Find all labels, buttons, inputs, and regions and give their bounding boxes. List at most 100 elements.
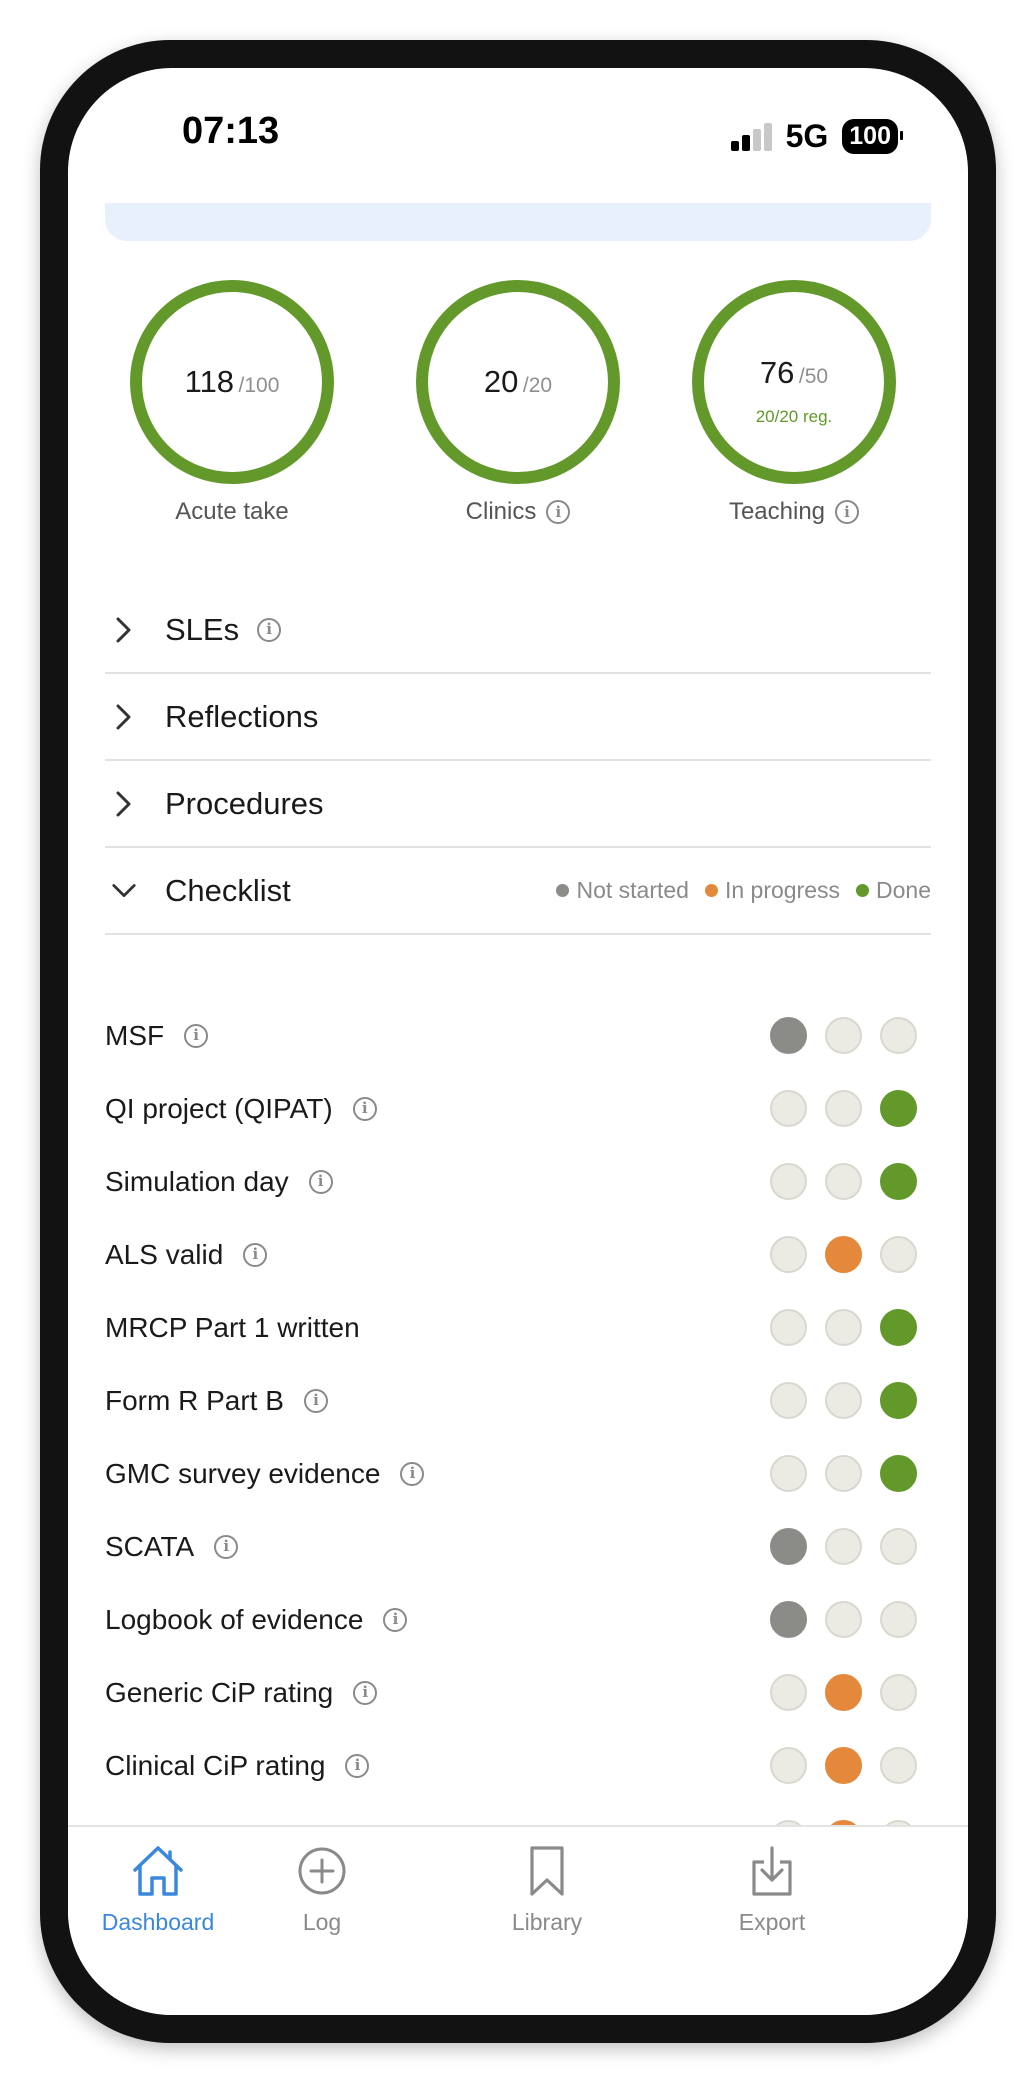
info-icon[interactable]: i: [214, 1534, 239, 1559]
status-dot-done[interactable]: [880, 1309, 917, 1346]
legend-in-progress: In progress: [704, 877, 840, 904]
status-dot-done[interactable]: [880, 1163, 917, 1200]
section-checklist[interactable]: Checklist Not started In progress Done: [105, 848, 931, 935]
progress-ring: 20 /20: [416, 280, 620, 484]
plus-circle-icon: [232, 1843, 412, 1899]
info-icon[interactable]: i: [303, 1388, 328, 1413]
info-icon[interactable]: i: [383, 1607, 408, 1632]
info-icon[interactable]: i: [353, 1680, 378, 1705]
status-dot-not-started[interactable]: [770, 1163, 807, 1200]
status-dot-done[interactable]: [880, 1382, 917, 1419]
info-icon[interactable]: i: [352, 1096, 377, 1121]
checklist-label: Simulation day: [105, 1165, 289, 1197]
chevron-right-icon: [111, 704, 137, 730]
status-dot-not-started[interactable]: [770, 1309, 807, 1346]
chevron-right-icon: [111, 791, 137, 817]
status-dot-not-started[interactable]: [770, 1382, 807, 1419]
status-dot-in-progress[interactable]: [825, 1528, 862, 1565]
status-dot-not-started[interactable]: [770, 1090, 807, 1127]
status-selector: [770, 1528, 917, 1565]
ring-clinics[interactable]: 20 /20 Clinics i: [416, 280, 620, 526]
status-dot-in-progress[interactable]: [825, 1236, 862, 1273]
status-dot-done[interactable]: [880, 1090, 917, 1127]
info-icon[interactable]: i: [400, 1461, 425, 1486]
checklist-row[interactable]: Generic CiP rating i: [105, 1656, 931, 1729]
checklist-row[interactable]: GMC survey evidence i: [105, 1437, 931, 1510]
tab-log[interactable]: Log: [232, 1843, 412, 1936]
status-dot-done[interactable]: [880, 1747, 917, 1784]
ring-max: /100: [238, 374, 280, 397]
ring-label: Clinics: [465, 498, 537, 525]
ring-max: /20: [522, 374, 553, 397]
status-dot-done[interactable]: [880, 1601, 917, 1638]
ring-value: 76: [759, 355, 795, 390]
checklist-row[interactable]: SCATA i: [105, 1510, 931, 1583]
info-icon[interactable]: i: [308, 1169, 333, 1194]
status-dot-done[interactable]: [880, 1236, 917, 1273]
status-dot-done[interactable]: [880, 1017, 917, 1054]
status-selector: [770, 1309, 917, 1346]
ring-label: Teaching: [728, 498, 826, 525]
status-dot-done[interactable]: [880, 1674, 917, 1711]
section-procedures[interactable]: Procedures: [105, 761, 931, 848]
status-dot-not-started[interactable]: [770, 1455, 807, 1492]
checklist-row[interactable]: MRCP Part 1 written: [105, 1291, 931, 1364]
signal-icon: [730, 122, 772, 151]
info-icon[interactable]: i: [243, 1242, 268, 1267]
status-dot-not-started[interactable]: [770, 1601, 807, 1638]
info-icon[interactable]: i: [546, 500, 571, 524]
status-dot-in-progress[interactable]: [825, 1090, 862, 1127]
status-selector: [770, 1236, 917, 1273]
ring-value: 118: [184, 364, 235, 399]
tab-dashboard[interactable]: Dashboard: [68, 1843, 248, 1936]
section-reflections[interactable]: Reflections: [105, 674, 931, 761]
checklist-row[interactable]: MSF i: [105, 999, 931, 1072]
status-selector: [770, 1601, 917, 1638]
download-icon: [682, 1843, 862, 1899]
checklist-row[interactable]: Simulation day i: [105, 1145, 931, 1218]
status-dot-in-progress[interactable]: [825, 1455, 862, 1492]
chevron-right-icon: [111, 617, 137, 643]
info-icon[interactable]: i: [835, 500, 860, 524]
status-dot-in-progress[interactable]: [825, 1601, 862, 1638]
checklist-row[interactable]: Logbook of evidence i: [105, 1583, 931, 1656]
status-selector: [770, 1382, 917, 1419]
section-sles[interactable]: SLEs i: [105, 587, 931, 674]
status-dot-in-progress[interactable]: [825, 1382, 862, 1419]
status-time: 07:13: [182, 110, 280, 152]
status-dot-in-progress[interactable]: [825, 1747, 862, 1784]
checklist-list: MSF i QI project (QIPAT) i Simulation day i AL…: [105, 999, 931, 1875]
status-legend: Not started In progress Done: [556, 877, 931, 904]
tab-label: Log: [302, 1909, 342, 1935]
status-dot-in-progress[interactable]: [825, 1163, 862, 1200]
section-title: SLEs: [165, 611, 240, 647]
status-dot-not-started[interactable]: [770, 1017, 807, 1054]
section-title: Checklist: [165, 872, 291, 908]
status-dot-in-progress[interactable]: [825, 1017, 862, 1054]
status-dot-done[interactable]: [880, 1455, 917, 1492]
info-banner: [105, 203, 931, 241]
status-dot-not-started[interactable]: [770, 1236, 807, 1273]
checklist-row[interactable]: QI project (QIPAT) i: [105, 1072, 931, 1145]
home-icon: [68, 1843, 248, 1899]
info-icon[interactable]: i: [184, 1023, 209, 1048]
ring-teaching[interactable]: 76 /50 20/20 reg. Teaching i: [692, 280, 896, 526]
checklist-row[interactable]: ALS valid i: [105, 1218, 931, 1291]
info-icon[interactable]: i: [257, 617, 282, 642]
status-dot-done[interactable]: [880, 1528, 917, 1565]
checklist-row[interactable]: Form R Part B i: [105, 1364, 931, 1437]
status-dot-not-started[interactable]: [770, 1674, 807, 1711]
section-title: Reflections: [165, 698, 319, 734]
status-dot-in-progress[interactable]: [825, 1674, 862, 1711]
status-dot-in-progress[interactable]: [825, 1309, 862, 1346]
tab-library[interactable]: Library: [457, 1843, 637, 1936]
ring-acute-take[interactable]: 118 /100 Acute take: [130, 280, 334, 526]
tab-bar: Dashboard Log Library Export: [68, 1825, 968, 2015]
status-dot-not-started[interactable]: [770, 1528, 807, 1565]
tab-label: Export: [738, 1909, 806, 1935]
ring-value: 20: [483, 364, 519, 399]
checklist-row[interactable]: Clinical CiP rating i: [105, 1729, 931, 1802]
info-icon[interactable]: i: [345, 1753, 370, 1778]
status-dot-not-started[interactable]: [770, 1747, 807, 1784]
tab-export[interactable]: Export: [682, 1843, 862, 1936]
